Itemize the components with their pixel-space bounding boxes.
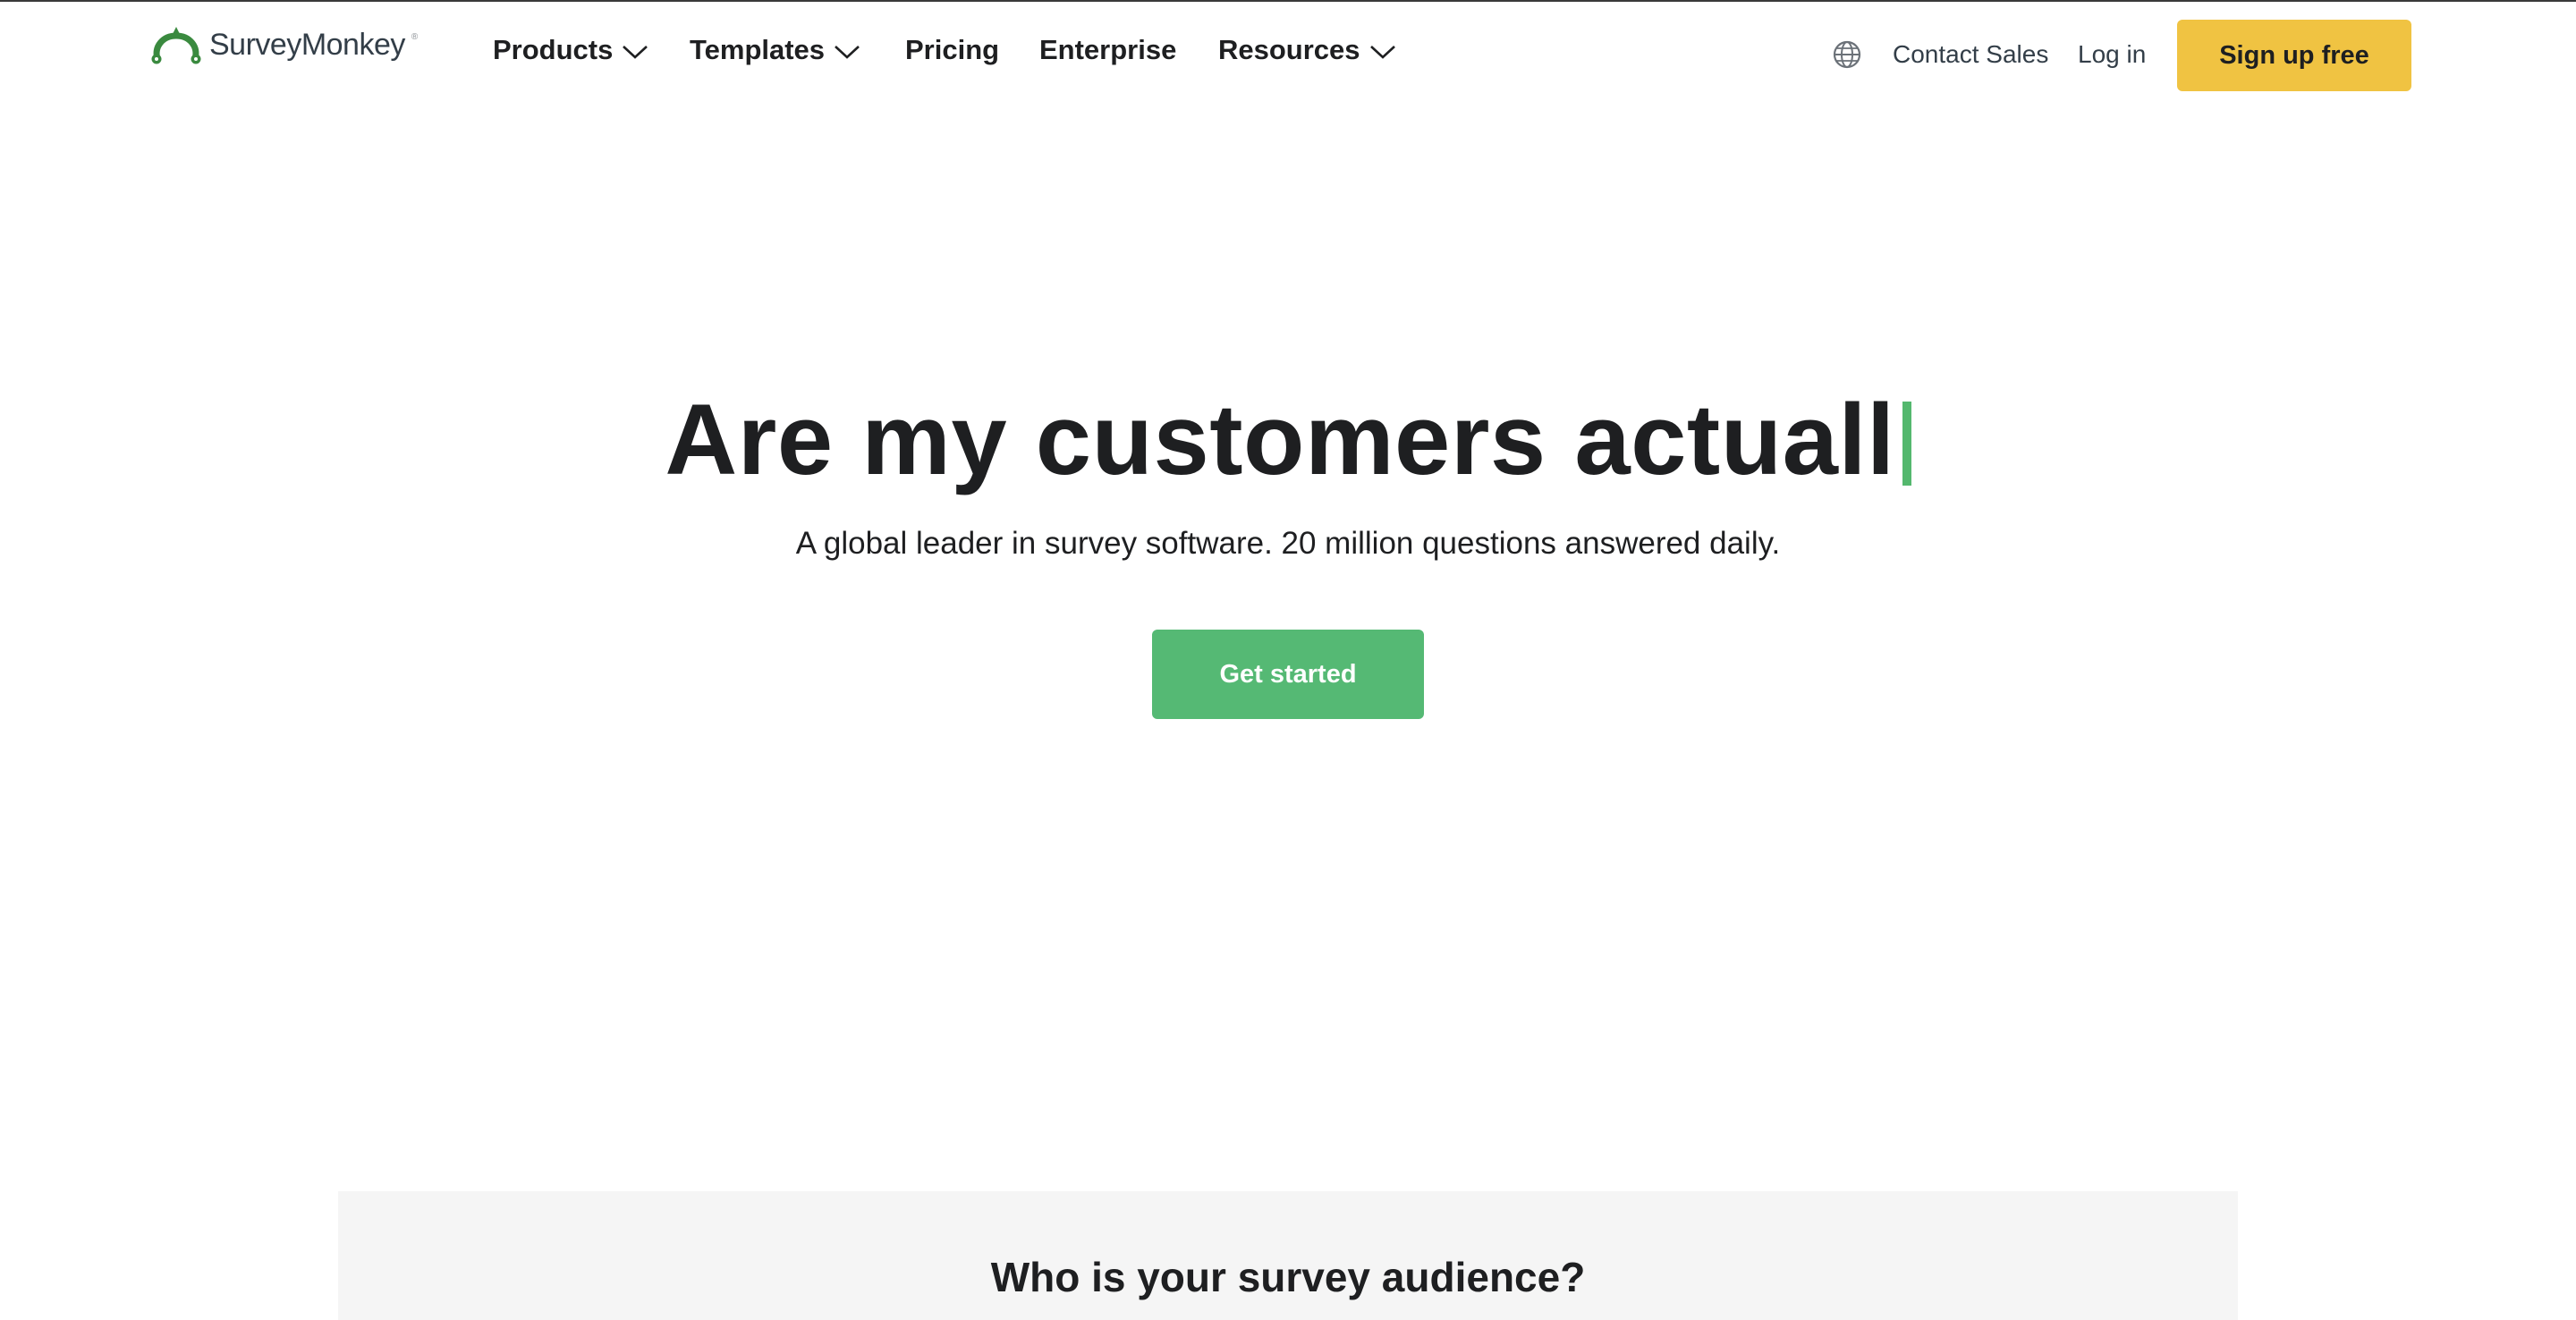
chevron-down-icon [835,45,860,59]
nav-enterprise-label: Enterprise [1039,34,1177,65]
nav-resources-label: Resources [1218,34,1360,65]
chevron-down-icon [1369,45,1395,59]
surveymonkey-logo-icon [151,27,201,64]
hero-headline: Are my customers actuall [665,384,1895,495]
site-header: SurveyMonkey ® Products Templates Pricin… [0,2,2576,104]
nav-products-label: Products [493,34,614,65]
sign-up-free-button[interactable]: Sign up free [2177,20,2411,91]
get-started-button[interactable]: Get started [1152,630,1424,719]
hero-subtitle: A global leader in survey software. 20 m… [795,526,1781,561]
chevron-down-icon [623,45,648,59]
nav-pricing[interactable]: Pricing [905,29,999,72]
globe-icon[interactable] [1832,39,1862,70]
hero-title-row: Are my customers actuall [0,377,2576,503]
surveymonkey-logo[interactable]: SurveyMonkey ® [148,23,418,66]
hero-title: Are my customers actuall [665,390,1911,490]
nav-pricing-label: Pricing [905,34,1000,65]
nav-resources[interactable]: Resources [1218,29,1396,72]
nav-templates[interactable]: Templates [690,29,860,72]
login-link[interactable]: Log in [2078,36,2146,73]
nav-enterprise[interactable]: Enterprise [1039,29,1176,72]
audience-title: Who is your survey audience? [990,1254,1586,1300]
nav-products[interactable]: Products [493,29,648,72]
nav-templates-label: Templates [690,34,826,65]
typing-cursor [1902,402,1911,486]
logo-registered-mark: ® [411,32,419,42]
contact-sales-link[interactable]: Contact Sales [1893,36,2048,73]
audience-section: Who is your survey audience? [338,1191,2238,1320]
logo-wordmark: SurveyMonkey [209,27,405,62]
